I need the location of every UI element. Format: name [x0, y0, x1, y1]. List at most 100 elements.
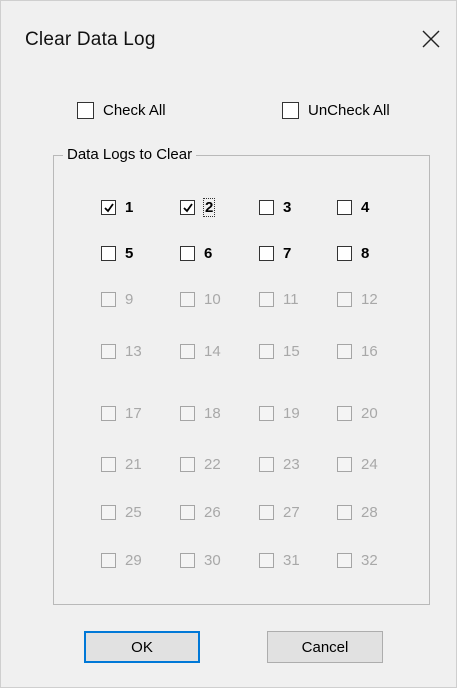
data-log-box[interactable] [337, 246, 352, 261]
data-log-checkbox-4[interactable]: 4 [337, 199, 369, 216]
data-log-label: 16 [361, 343, 378, 360]
data-log-label: 2 [202, 198, 216, 217]
data-log-checkbox-6[interactable]: 6 [180, 245, 212, 262]
data-log-label: 21 [125, 456, 142, 473]
data-log-box [180, 292, 195, 307]
data-log-box [180, 344, 195, 359]
data-log-label: 18 [204, 405, 221, 422]
data-log-checkbox-3[interactable]: 3 [259, 199, 291, 216]
data-log-box[interactable] [101, 246, 116, 261]
data-log-box [101, 553, 116, 568]
data-log-checkbox-16: 16 [337, 343, 378, 360]
data-log-label: 3 [283, 199, 292, 216]
data-log-checkbox-25: 25 [101, 504, 142, 521]
close-button[interactable] [415, 23, 447, 55]
data-log-box [101, 457, 116, 472]
data-log-box [180, 457, 195, 472]
data-log-checkbox-27: 27 [259, 504, 300, 521]
data-log-box [101, 505, 116, 520]
data-log-box[interactable] [259, 246, 274, 261]
data-log-box[interactable] [180, 246, 195, 261]
uncheck-all-label: UnCheck All [308, 102, 390, 119]
data-log-box [101, 292, 116, 307]
data-log-checkbox-32: 32 [337, 552, 378, 569]
data-log-label: 23 [283, 456, 300, 473]
data-log-label: 20 [361, 405, 378, 422]
data-log-checkbox-17: 17 [101, 405, 142, 422]
data-log-box [259, 553, 274, 568]
check-all-box[interactable] [77, 102, 94, 119]
data-log-checkbox-20: 20 [337, 405, 378, 422]
data-log-label: 24 [361, 456, 378, 473]
data-log-label: 22 [204, 456, 221, 473]
data-log-box [337, 505, 352, 520]
data-log-checkbox-21: 21 [101, 456, 142, 473]
data-log-checkbox-5[interactable]: 5 [101, 245, 133, 262]
data-log-label: 17 [125, 405, 142, 422]
data-log-label: 27 [283, 504, 300, 521]
data-log-label: 14 [204, 343, 221, 360]
data-log-box [259, 344, 274, 359]
data-log-box[interactable] [180, 200, 195, 215]
data-log-box[interactable] [259, 200, 274, 215]
data-log-box [259, 505, 274, 520]
ok-button[interactable]: OK [84, 631, 200, 663]
data-log-box [337, 292, 352, 307]
close-icon [422, 30, 440, 48]
data-log-checkbox-1[interactable]: 1 [101, 199, 133, 216]
data-log-label: 26 [204, 504, 221, 521]
data-log-checkbox-23: 23 [259, 456, 300, 473]
data-log-label: 7 [283, 245, 292, 262]
data-logs-groupbox [53, 155, 430, 605]
cancel-button[interactable]: Cancel [267, 631, 383, 663]
data-log-box [101, 344, 116, 359]
data-log-checkbox-22: 22 [180, 456, 221, 473]
data-log-checkbox-15: 15 [259, 343, 300, 360]
data-log-box [337, 344, 352, 359]
data-log-checkbox-14: 14 [180, 343, 221, 360]
data-log-checkbox-9: 9 [101, 291, 133, 308]
data-log-label: 1 [125, 199, 134, 216]
data-log-checkbox-12: 12 [337, 291, 378, 308]
data-log-checkbox-8[interactable]: 8 [337, 245, 369, 262]
data-log-box [259, 406, 274, 421]
title-bar: Clear Data Log [1, 1, 456, 79]
data-log-checkbox-13: 13 [101, 343, 142, 360]
data-log-box [180, 505, 195, 520]
data-log-box [259, 457, 274, 472]
uncheck-all-checkbox[interactable]: UnCheck All [282, 102, 390, 119]
check-all-label: Check All [103, 102, 166, 119]
data-log-label: 9 [125, 291, 134, 308]
data-log-box [180, 406, 195, 421]
dialog-title: Clear Data Log [25, 29, 156, 50]
data-log-checkbox-7[interactable]: 7 [259, 245, 291, 262]
data-log-label: 30 [204, 552, 221, 569]
data-log-box[interactable] [101, 200, 116, 215]
data-log-checkbox-2[interactable]: 2 [180, 198, 216, 217]
data-log-checkbox-29: 29 [101, 552, 142, 569]
check-all-checkbox[interactable]: Check All [77, 102, 166, 119]
data-log-label: 4 [361, 199, 370, 216]
data-log-label: 5 [125, 245, 134, 262]
data-log-checkbox-19: 19 [259, 405, 300, 422]
data-log-checkbox-28: 28 [337, 504, 378, 521]
data-log-checkbox-11: 11 [259, 291, 299, 308]
data-log-box [259, 292, 274, 307]
data-log-label: 31 [283, 552, 300, 569]
data-log-label: 6 [204, 245, 213, 262]
data-log-box [180, 553, 195, 568]
data-log-box [337, 457, 352, 472]
data-log-label: 15 [283, 343, 300, 360]
data-log-box [101, 406, 116, 421]
uncheck-all-box[interactable] [282, 102, 299, 119]
data-log-box [337, 406, 352, 421]
data-log-checkbox-10: 10 [180, 291, 221, 308]
clear-data-log-dialog: Clear Data Log Check All UnCheck All Dat… [0, 0, 457, 688]
data-log-label: 10 [204, 291, 221, 308]
data-log-checkbox-24: 24 [337, 456, 378, 473]
data-log-box[interactable] [337, 200, 352, 215]
data-log-checkbox-26: 26 [180, 504, 221, 521]
data-log-label: 25 [125, 504, 142, 521]
data-log-label: 29 [125, 552, 142, 569]
data-log-checkbox-30: 30 [180, 552, 221, 569]
